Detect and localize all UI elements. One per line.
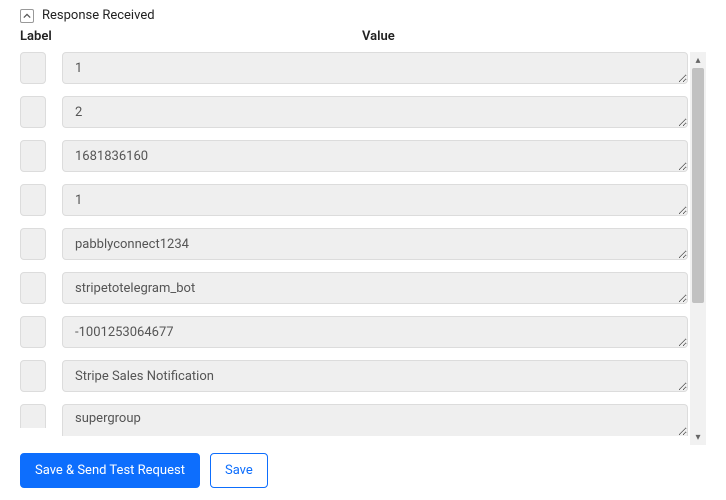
section-title: Response Received <box>42 8 155 23</box>
value-field[interactable] <box>62 272 688 304</box>
value-field[interactable] <box>62 184 688 216</box>
table-row <box>20 52 688 84</box>
label-field[interactable] <box>20 184 46 216</box>
table-row <box>20 272 688 304</box>
table-row <box>20 184 688 216</box>
table-row <box>20 316 688 348</box>
value-field[interactable] <box>62 404 688 436</box>
save-button[interactable]: Save <box>210 453 268 488</box>
value-field[interactable] <box>62 96 688 128</box>
footer-actions: Save & Send Test Request Save <box>20 445 706 500</box>
table-row <box>20 404 688 436</box>
collapse-toggle[interactable] <box>20 9 34 23</box>
label-field[interactable] <box>20 316 46 348</box>
value-field[interactable] <box>62 52 688 84</box>
table-row <box>20 360 688 392</box>
label-column-header: Label <box>20 29 354 44</box>
value-field[interactable] <box>62 140 688 172</box>
table-row <box>20 140 688 172</box>
scroll-down-arrow[interactable]: ▾ <box>690 429 706 445</box>
label-field[interactable] <box>20 360 46 392</box>
response-rows <box>20 52 706 445</box>
value-field[interactable] <box>62 360 688 392</box>
chevron-up-icon <box>23 12 31 20</box>
value-field[interactable] <box>62 228 688 260</box>
value-column-header: Value <box>354 29 688 44</box>
label-field[interactable] <box>20 52 46 84</box>
value-field[interactable] <box>62 316 688 348</box>
scroll-up-arrow[interactable]: ▴ <box>690 52 706 68</box>
response-section-header: Response Received <box>20 8 706 23</box>
label-field[interactable] <box>20 272 46 304</box>
save-send-test-button[interactable]: Save & Send Test Request <box>20 453 200 488</box>
scroll-track[interactable] <box>690 68 706 429</box>
label-field[interactable] <box>20 404 46 428</box>
columns-header: Label Value <box>20 29 706 44</box>
table-row <box>20 96 688 128</box>
label-field[interactable] <box>20 140 46 172</box>
label-field[interactable] <box>20 96 46 128</box>
scrollbar[interactable]: ▴ ▾ <box>690 52 706 445</box>
table-row <box>20 228 688 260</box>
label-field[interactable] <box>20 228 46 260</box>
scroll-thumb[interactable] <box>692 68 704 303</box>
